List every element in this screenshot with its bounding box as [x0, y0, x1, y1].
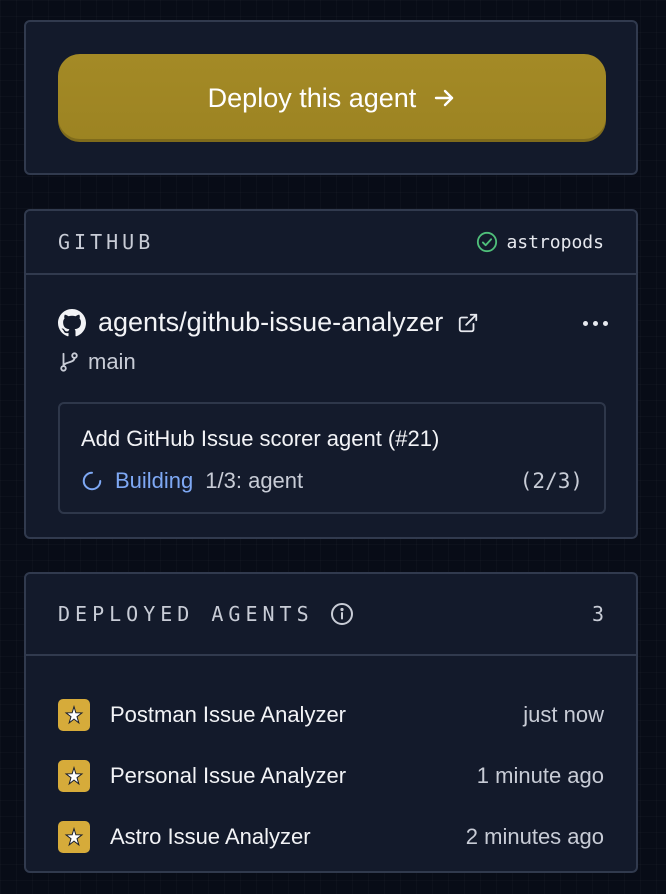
build-progress: (2/3): [519, 469, 583, 493]
deploy-card: Deploy this agent: [24, 20, 638, 175]
github-section-label: GITHUB: [58, 230, 155, 254]
repo-name[interactable]: agents/github-issue-analyzer: [98, 307, 443, 338]
agent-time: 1 minute ago: [476, 762, 604, 788]
deployed-agents-count: 3: [591, 602, 604, 626]
github-account: astropods: [476, 231, 604, 253]
agent-time: just now: [523, 701, 604, 727]
github-icon: [58, 308, 86, 336]
external-link-icon[interactable]: [457, 312, 479, 334]
agent-logo-icon: [58, 759, 90, 792]
agent-list: Postman Issue Analyzer just now Personal…: [58, 684, 604, 867]
deployed-agents-card: DEPLOYED AGENTS 3 Postman Issue Analyzer…: [24, 572, 638, 873]
deploy-button-label: Deploy this agent: [207, 82, 417, 113]
repo-row: agents/github-issue-analyzer: [58, 307, 604, 338]
agent-name: Postman Issue Analyzer: [110, 701, 347, 727]
build-status-box[interactable]: Add GitHub Issue scorer agent (#21) Buil…: [58, 402, 606, 514]
list-item[interactable]: Postman Issue Analyzer just now: [58, 684, 604, 745]
commit-title: Add GitHub Issue scorer agent (#21): [81, 426, 440, 451]
agent-logo-icon: [58, 698, 90, 731]
git-branch-icon: [60, 352, 78, 372]
deploy-agent-button[interactable]: Deploy this agent: [58, 54, 606, 142]
agent-name: Personal Issue Analyzer: [110, 762, 347, 788]
more-icon[interactable]: [577, 315, 614, 332]
agent-name: Astro Issue Analyzer: [110, 823, 311, 849]
branch-name: main: [88, 349, 136, 374]
build-status-row: Building 1/3: agent (2/3): [81, 468, 583, 494]
build-step: 1/3: agent: [205, 468, 304, 493]
arrow-right-icon: [432, 86, 456, 110]
check-circle-icon: [477, 231, 498, 253]
github-account-name: astropods: [506, 231, 604, 253]
deployed-agents-header: DEPLOYED AGENTS 3: [26, 574, 636, 656]
list-item[interactable]: Astro Issue Analyzer 2 minutes ago: [58, 806, 604, 867]
agent-logo-icon: [58, 820, 90, 853]
github-header: GITHUB astropods: [26, 211, 636, 275]
deployed-agents-label: DEPLOYED AGENTS: [58, 602, 314, 626]
spinner-icon: [82, 471, 102, 491]
github-card: GITHUB astropods agents/github-issue-ana…: [24, 209, 638, 539]
info-icon[interactable]: [330, 602, 354, 626]
build-status-text: Building: [115, 468, 194, 493]
branch-row: main: [58, 349, 136, 375]
agent-time: 2 minutes ago: [465, 823, 604, 849]
list-item[interactable]: Personal Issue Analyzer 1 minute ago: [58, 745, 604, 806]
